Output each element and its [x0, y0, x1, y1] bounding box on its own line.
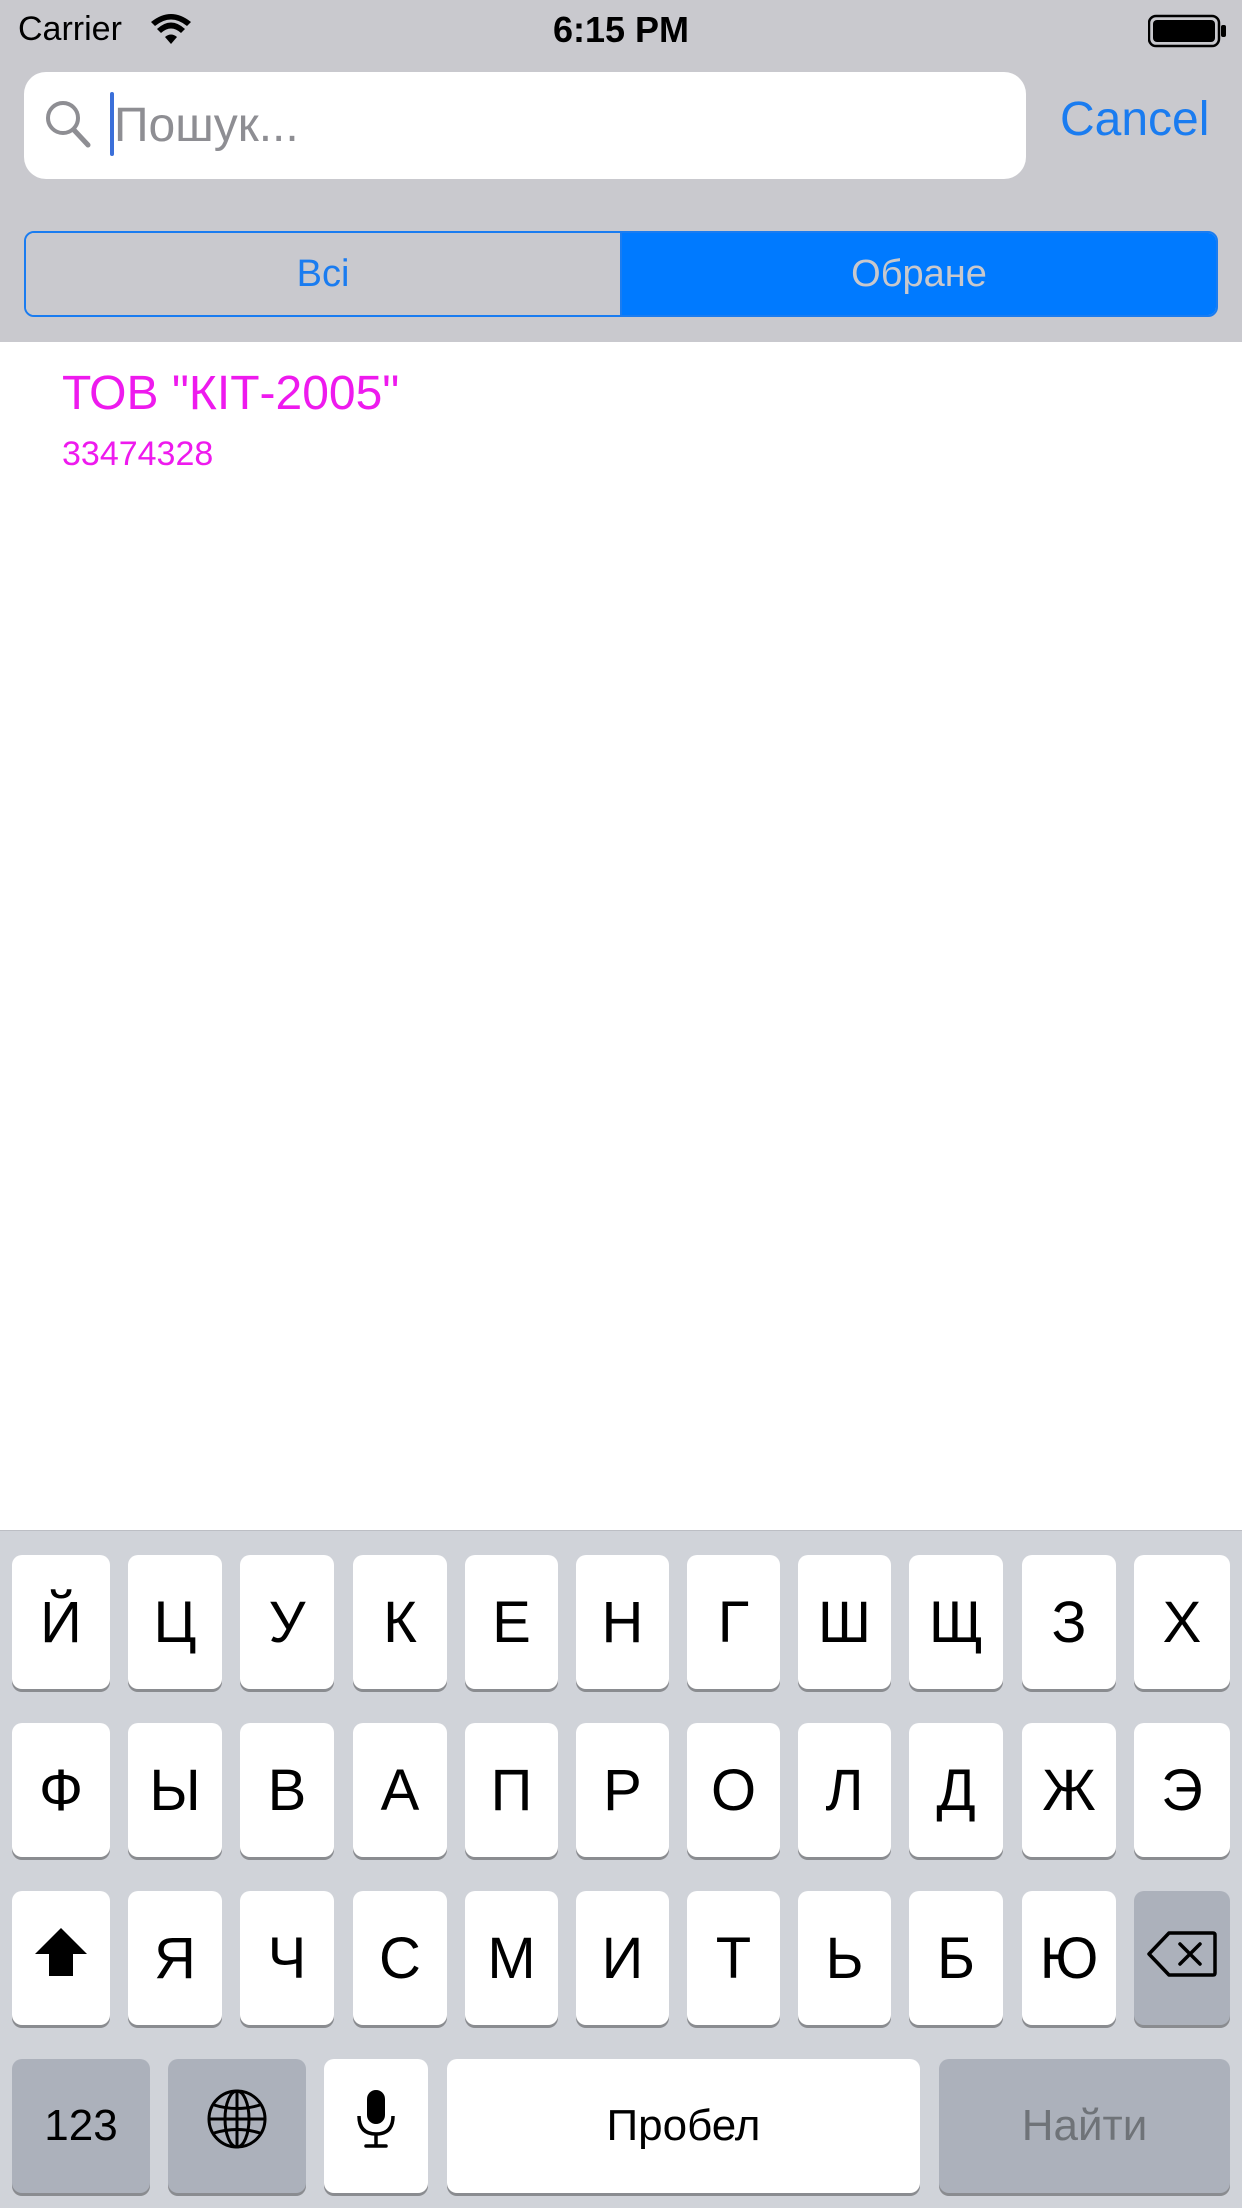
key-letter[interactable]: К	[353, 1555, 447, 1689]
key-letter[interactable]: М	[465, 1891, 558, 2025]
key-letter[interactable]: Х	[1134, 1555, 1230, 1689]
delete-key[interactable]	[1134, 1891, 1230, 2025]
segment-favorites[interactable]: Обране	[622, 233, 1216, 315]
key-letter[interactable]: Ы	[128, 1723, 222, 1857]
key-letter[interactable]: З	[1022, 1555, 1116, 1689]
cancel-button[interactable]: Cancel	[1060, 92, 1209, 147]
key-letter[interactable]: Ж	[1022, 1723, 1116, 1857]
space-key[interactable]: Пробел	[447, 2059, 920, 2193]
key-letter[interactable]: А	[353, 1723, 447, 1857]
globe-key[interactable]	[168, 2059, 306, 2193]
key-letter[interactable]: У	[240, 1555, 334, 1689]
key-letter[interactable]: Щ	[909, 1555, 1003, 1689]
status-time: 6:15 PM	[552, 9, 690, 50]
key-letter[interactable]: Ю	[1022, 1891, 1116, 2025]
search-icon	[42, 96, 94, 157]
key-letter[interactable]: П	[465, 1723, 558, 1857]
keyboard: Й Ц У К Е Н Г Ш Щ З Х Ф Ы В А П Р О Л Д …	[0, 1530, 1242, 2208]
search-input[interactable]	[114, 72, 1004, 179]
list-item[interactable]: ТОВ "КІТ-2005" 33474328	[62, 366, 399, 474]
key-letter[interactable]: Т	[687, 1891, 780, 2025]
key-letter[interactable]: Я	[128, 1891, 222, 2025]
scope-segmented-control: Всі Обране	[24, 231, 1218, 317]
company-name: ТОВ "КІТ-2005"	[62, 367, 400, 420]
segment-all[interactable]: Всі	[26, 233, 622, 315]
search-header: Carrier 6:15 PM Cancel	[0, 0, 1242, 342]
key-letter[interactable]: И	[576, 1891, 669, 2025]
search-field[interactable]	[24, 72, 1026, 179]
key-letter[interactable]: Н	[576, 1555, 669, 1689]
key-letter[interactable]: С	[353, 1891, 447, 2025]
key-letter[interactable]: Ц	[128, 1555, 222, 1689]
key-letter[interactable]: Б	[909, 1891, 1003, 2025]
key-letter[interactable]: Й	[12, 1555, 110, 1689]
key-letter[interactable]: В	[240, 1723, 334, 1857]
key-letter[interactable]: Р	[576, 1723, 669, 1857]
status-bar: Carrier 6:15 PM	[0, 0, 1242, 62]
company-code: 33474328	[62, 435, 214, 473]
delete-icon	[1147, 1925, 1217, 1992]
battery-icon	[1147, 14, 1228, 48]
key-letter[interactable]: О	[687, 1723, 780, 1857]
key-letter[interactable]: Э	[1134, 1723, 1230, 1857]
key-letter[interactable]: Ш	[798, 1555, 891, 1689]
key-letter[interactable]: Л	[798, 1723, 891, 1857]
microphone-icon	[356, 2088, 396, 2164]
key-letter[interactable]: Е	[465, 1555, 558, 1689]
key-letter[interactable]: Ф	[12, 1723, 110, 1857]
key-letter[interactable]: Г	[687, 1555, 780, 1689]
dictation-key[interactable]	[324, 2059, 428, 2193]
shift-key[interactable]	[12, 1891, 110, 2025]
shift-icon	[33, 1925, 89, 1992]
numbers-key[interactable]: 123	[12, 2059, 150, 2193]
key-letter[interactable]: Д	[909, 1723, 1003, 1857]
key-letter[interactable]: Ь	[798, 1891, 891, 2025]
search-key[interactable]: Найти	[939, 2059, 1230, 2193]
globe-icon	[206, 2088, 268, 2164]
key-letter[interactable]: Ч	[240, 1891, 334, 2025]
